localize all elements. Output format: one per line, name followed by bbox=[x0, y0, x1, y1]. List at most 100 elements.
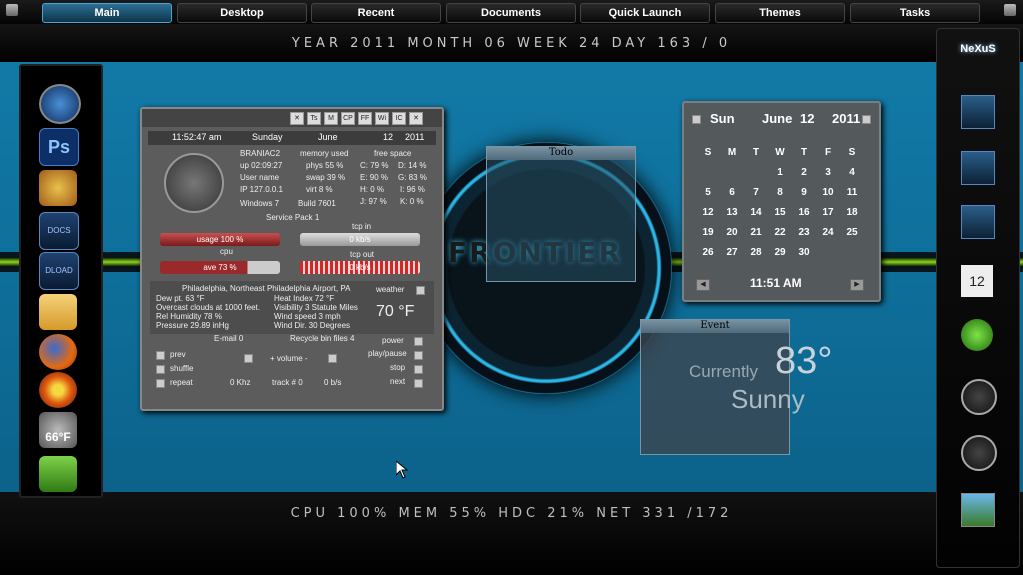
calendar-day-cell[interactable]: 28 bbox=[744, 247, 768, 258]
calendar-time: 11:51 AM bbox=[750, 276, 802, 290]
menu-corner-right-button[interactable] bbox=[1004, 4, 1016, 16]
calendar-day-cell[interactable]: 14 bbox=[744, 207, 768, 218]
weather-cloud-icon[interactable]: 66°F bbox=[39, 412, 77, 448]
calendar-day-cell[interactable]: 19 bbox=[696, 227, 720, 238]
calendar-day: 12 bbox=[800, 111, 815, 126]
calendar-day-cell[interactable]: 22 bbox=[768, 227, 792, 238]
calendar-day-cell[interactable]: 24 bbox=[816, 227, 840, 238]
calendar-day-cell[interactable]: 30 bbox=[792, 247, 816, 258]
cpu-gauge-icon[interactable] bbox=[961, 379, 997, 415]
calendar-day-cell[interactable]: 15 bbox=[768, 207, 792, 218]
calendar-day-cell[interactable]: 27 bbox=[720, 247, 744, 258]
next-button[interactable] bbox=[414, 379, 423, 388]
day-text: 12 bbox=[383, 132, 394, 142]
calendar-day-cell[interactable]: 13 bbox=[720, 207, 744, 218]
tab-main[interactable]: Main bbox=[42, 3, 172, 23]
calendar-day-cell[interactable]: 5 bbox=[696, 187, 720, 198]
weather-toggle[interactable] bbox=[416, 286, 425, 295]
tab-tasks[interactable]: Tasks bbox=[850, 3, 980, 23]
volume-up-button[interactable] bbox=[328, 354, 337, 363]
computer-folder-icon[interactable] bbox=[961, 95, 995, 129]
calendar-icon[interactable]: 12 bbox=[961, 265, 993, 297]
widget-ts-button[interactable]: Ts bbox=[307, 112, 321, 125]
widget-tool-button[interactable]: ✕ bbox=[290, 112, 304, 125]
calendar-month: June bbox=[762, 111, 793, 126]
photoshop-icon[interactable]: Ps bbox=[39, 128, 79, 166]
calendar-day-cell[interactable]: 29 bbox=[768, 247, 792, 258]
power-label: power bbox=[382, 336, 404, 345]
paint-palette-icon[interactable] bbox=[39, 170, 77, 206]
docs-folder-icon[interactable]: DOCS bbox=[39, 212, 79, 250]
calendar-day-cell[interactable]: 1 bbox=[768, 167, 792, 178]
free-space-i: I: 96 % bbox=[400, 185, 425, 194]
play-pause-button[interactable] bbox=[414, 351, 423, 360]
volume-label: + volume - bbox=[270, 354, 308, 363]
visibility: Visibility 3 Statute Miles bbox=[274, 303, 358, 312]
picture-viewer-icon[interactable] bbox=[961, 493, 995, 527]
transfer-rate: 0 b/s bbox=[324, 378, 342, 387]
wind-speed: Wind speed 3 mph bbox=[274, 312, 341, 321]
widget-close-button[interactable]: ✕ bbox=[409, 112, 423, 125]
free-space-c: C: 79 % bbox=[360, 161, 389, 170]
calendar-day-cell[interactable]: 4 bbox=[840, 167, 864, 178]
widget-wi-button[interactable]: Wi bbox=[375, 112, 389, 125]
drive2-folder-icon[interactable] bbox=[961, 205, 995, 239]
month-text: June bbox=[318, 132, 338, 142]
calendar-dow-label: S bbox=[704, 147, 712, 158]
todo-title: Todo bbox=[487, 147, 635, 160]
widget-ff-button[interactable]: FF bbox=[358, 112, 372, 125]
calendar-day-cell[interactable]: 11 bbox=[840, 187, 864, 198]
calendar-prev-button[interactable]: ◀ bbox=[696, 279, 710, 291]
calendar-weekday: Sun bbox=[710, 111, 735, 126]
eye-icon[interactable] bbox=[39, 372, 77, 408]
calendar-day-cell[interactable]: 16 bbox=[792, 207, 816, 218]
repeat-button[interactable] bbox=[156, 379, 165, 388]
calendar-day-cell[interactable]: 26 bbox=[696, 247, 720, 258]
year-text: 2011 bbox=[405, 132, 425, 142]
calendar-day-cell[interactable]: 9 bbox=[792, 187, 816, 198]
menu-corner-left-button[interactable] bbox=[6, 4, 18, 16]
tools-icon[interactable] bbox=[39, 456, 77, 492]
stop-button[interactable] bbox=[414, 365, 423, 374]
calendar-day-cell[interactable]: 17 bbox=[816, 207, 840, 218]
calendar-day-cell[interactable]: 23 bbox=[792, 227, 816, 238]
widget-cp-button[interactable]: CP bbox=[341, 112, 355, 125]
downloads-folder-icon[interactable]: DLOAD bbox=[39, 252, 79, 290]
calendar-day-cell[interactable]: 25 bbox=[840, 227, 864, 238]
calendar-day-cell[interactable]: 2 bbox=[792, 167, 816, 178]
tab-desktop[interactable]: Desktop bbox=[177, 3, 307, 23]
calendar-day-cell[interactable]: 8 bbox=[768, 187, 792, 198]
explorer-folder-icon[interactable] bbox=[39, 294, 77, 330]
calendar-day-cell[interactable]: 10 bbox=[816, 187, 840, 198]
calendar-day-cell[interactable]: 12 bbox=[696, 207, 720, 218]
windows-start-icon[interactable] bbox=[39, 84, 81, 124]
calendar-dow-label: T bbox=[800, 147, 808, 158]
calendar-day-cell[interactable]: 3 bbox=[816, 167, 840, 178]
left-dock: Ps DOCS DLOAD 66°F bbox=[19, 64, 103, 498]
volume-down-button[interactable] bbox=[244, 354, 253, 363]
next-label: next bbox=[390, 377, 406, 386]
calendar-day-cell[interactable]: 18 bbox=[840, 207, 864, 218]
tab-themes[interactable]: Themes bbox=[715, 3, 845, 23]
calendar-day-cell[interactable]: 7 bbox=[744, 187, 768, 198]
tab-quick-launch[interactable]: Quick Launch bbox=[580, 3, 710, 23]
system-stats-bar: CPU 100% MEM 55% HDC 21% NET 331 /172 bbox=[0, 492, 1023, 575]
tab-recent[interactable]: Recent bbox=[311, 3, 441, 23]
calendar-day-cell[interactable]: 6 bbox=[720, 187, 744, 198]
recycle-bin-icon[interactable] bbox=[961, 319, 993, 351]
widget-m-button[interactable]: M bbox=[324, 112, 338, 125]
stop-label: stop bbox=[390, 363, 406, 372]
widget-ic-button[interactable]: IC bbox=[392, 112, 406, 125]
mouse-cursor-icon bbox=[396, 461, 408, 479]
calendar-day-cell[interactable]: 21 bbox=[744, 227, 768, 238]
analog-clock bbox=[164, 153, 224, 213]
memory-gauge-icon[interactable] bbox=[961, 435, 997, 471]
tab-documents[interactable]: Documents bbox=[446, 3, 576, 23]
prev-button[interactable] bbox=[156, 351, 165, 360]
power-button[interactable] bbox=[414, 337, 423, 346]
drive-folder-icon[interactable] bbox=[961, 151, 995, 185]
calendar-day-cell[interactable]: 20 bbox=[720, 227, 744, 238]
shuffle-button[interactable] bbox=[156, 365, 165, 374]
firefox-icon[interactable] bbox=[39, 334, 77, 370]
calendar-next-button[interactable]: ▶ bbox=[850, 279, 864, 291]
